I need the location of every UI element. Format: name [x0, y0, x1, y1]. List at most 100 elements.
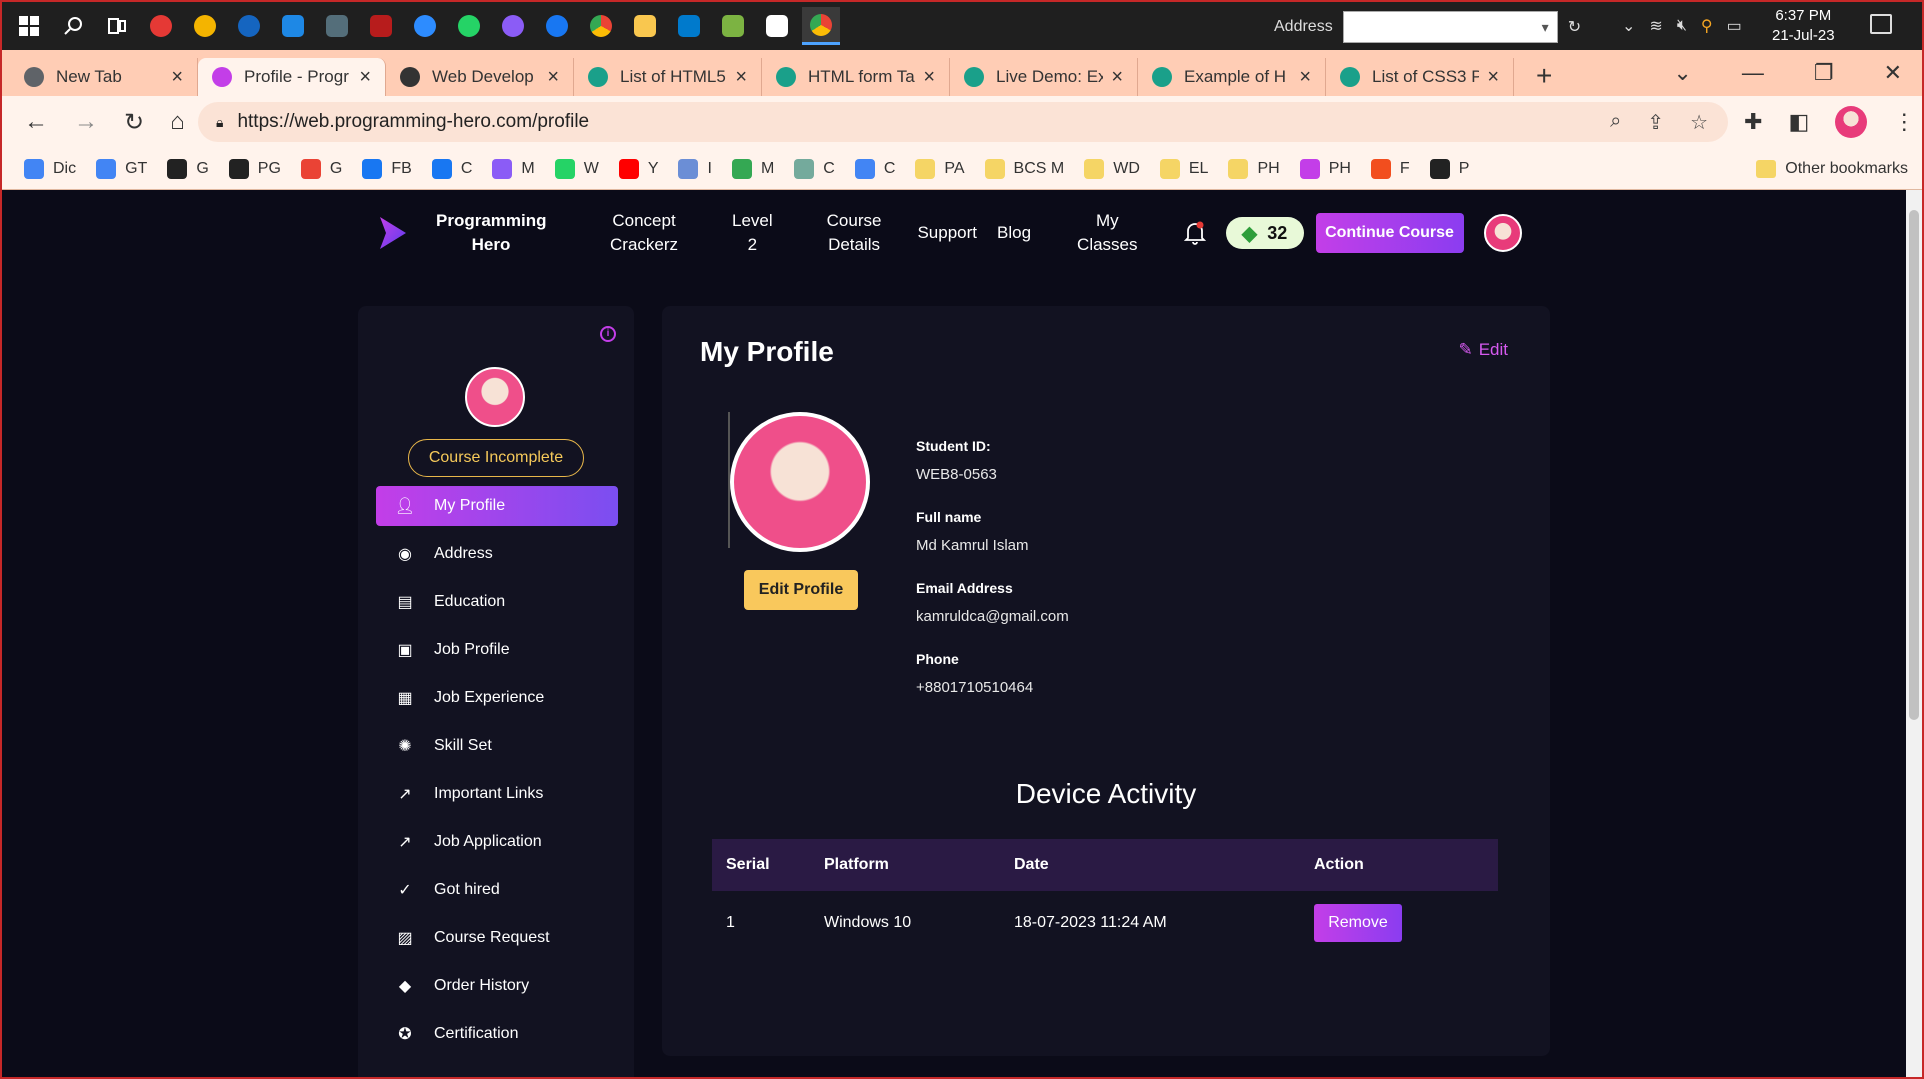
- page-scrollbar[interactable]: [1906, 190, 1922, 1077]
- browser-tab[interactable]: Profile - Progr ×: [198, 58, 386, 96]
- sidebar-item-important-links[interactable]: ↗ Important Links: [376, 774, 618, 814]
- sidebar-item-certification[interactable]: ✪ Certification: [376, 1014, 618, 1054]
- file-explorer-icon[interactable]: [626, 7, 664, 45]
- bookmark-item[interactable]: FB: [362, 158, 412, 179]
- browser-tab[interactable]: Web Develop ×: [386, 58, 574, 96]
- browser-tab[interactable]: HTML form Ta ×: [762, 58, 950, 96]
- home-icon[interactable]: ⌂: [170, 108, 185, 136]
- minimize-icon[interactable]: —: [1742, 60, 1764, 86]
- user-avatar[interactable]: [1483, 214, 1522, 252]
- remove-button[interactable]: Remove: [1314, 904, 1402, 942]
- tab-close-icon[interactable]: ×: [1111, 66, 1123, 89]
- browser-tab[interactable]: List of CSS3 P ×: [1326, 58, 1514, 96]
- bookmark-item[interactable]: C: [854, 158, 895, 179]
- extensions-icon[interactable]: ✚: [1744, 109, 1762, 135]
- bookmark-item[interactable]: BCS M: [984, 158, 1064, 179]
- bookmark-item[interactable]: P: [1429, 158, 1469, 179]
- bookmark-item[interactable]: M: [492, 158, 535, 179]
- nav-link-course-details[interactable]: Course Details: [827, 209, 882, 257]
- bookmark-item[interactable]: I: [678, 158, 712, 179]
- bookmark-item[interactable]: PA: [915, 158, 965, 179]
- other-bookmarks[interactable]: Other bookmarks: [1756, 159, 1908, 178]
- wifi-icon[interactable]: ≋: [1649, 16, 1662, 36]
- bookmark-item[interactable]: WD: [1084, 158, 1140, 179]
- side-panel-icon[interactable]: ◧: [1788, 109, 1809, 135]
- bookmark-item[interactable]: GT: [96, 158, 147, 179]
- key-icon[interactable]: ⚲: [1701, 16, 1713, 36]
- whatsapp-icon[interactable]: [450, 7, 488, 45]
- browser-tab[interactable]: Live Demo: Ex ×: [950, 58, 1138, 96]
- restore-icon[interactable]: ❐: [1814, 60, 1834, 86]
- forward-icon[interactable]: →: [74, 108, 98, 136]
- zoom-icon[interactable]: [406, 7, 444, 45]
- notifications-icon[interactable]: [1870, 14, 1892, 34]
- edit-link[interactable]: ✎ Edit: [1458, 340, 1508, 360]
- sidebar-item-got-hired[interactable]: ✓ Got hired: [376, 870, 618, 910]
- continue-course-button[interactable]: Continue Course: [1315, 213, 1464, 253]
- url-bar[interactable]: 🔒︎ https://web.programming-hero.com/prof…: [198, 102, 1728, 142]
- sidebar-item-skill-set[interactable]: ✺ Skill Set: [376, 726, 618, 766]
- app-icon[interactable]: [230, 7, 268, 45]
- sidebar-item-job-experience[interactable]: ▦ Job Experience: [376, 678, 618, 718]
- tab-close-icon[interactable]: ×: [359, 66, 371, 89]
- notepad-icon[interactable]: [714, 7, 752, 45]
- programming-hero-logo[interactable]: [374, 213, 410, 253]
- scrollbar-thumb[interactable]: [1909, 210, 1919, 720]
- bookmark-item[interactable]: F: [1370, 158, 1410, 179]
- bookmark-item[interactable]: PH: [1299, 158, 1351, 179]
- tab-close-icon[interactable]: ×: [1487, 66, 1499, 89]
- bookmark-item[interactable]: W: [554, 158, 599, 179]
- nav-link-blog[interactable]: Blog: [997, 221, 1031, 245]
- sidebar-item-order-history[interactable]: ◆ Order History: [376, 966, 618, 1006]
- sidebar-item-education[interactable]: ▤ Education: [376, 582, 618, 622]
- close-icon[interactable]: ✕: [1884, 60, 1902, 86]
- browser-tab[interactable]: Example of H ×: [1138, 58, 1326, 96]
- bookmark-item[interactable]: M: [731, 158, 774, 179]
- nav-link-my-classes[interactable]: My Classes: [1077, 209, 1137, 257]
- bookmark-item[interactable]: C: [431, 158, 472, 179]
- app-icon[interactable]: [186, 7, 224, 45]
- app-icon[interactable]: [362, 7, 400, 45]
- photos-icon[interactable]: [274, 7, 312, 45]
- chrome-icon[interactable]: [582, 7, 620, 45]
- share-icon[interactable]: ⇪: [1647, 110, 1664, 135]
- bookmark-item[interactable]: G: [167, 158, 209, 179]
- bookmark-item[interactable]: Y: [618, 158, 658, 179]
- tab-close-icon[interactable]: ×: [547, 66, 559, 89]
- chrome-active-icon[interactable]: [802, 7, 840, 45]
- facebook-icon[interactable]: [538, 7, 576, 45]
- sidebar-item-course-request[interactable]: ▨ Course Request: [376, 918, 618, 958]
- refresh-icon[interactable]: ↻: [1568, 17, 1581, 37]
- menu-kebab-icon[interactable]: ⋮: [1893, 109, 1915, 135]
- task-view-icon[interactable]: [98, 7, 136, 45]
- tab-close-icon[interactable]: ×: [923, 66, 935, 89]
- info-icon[interactable]: i: [600, 326, 616, 342]
- search-icon[interactable]: [54, 7, 92, 45]
- bookmark-item[interactable]: Dic: [24, 158, 76, 179]
- bookmark-item[interactable]: EL: [1159, 158, 1208, 179]
- tab-close-icon[interactable]: ×: [735, 66, 747, 89]
- taskbar-address-input[interactable]: ▾: [1342, 11, 1558, 43]
- reload-icon[interactable]: ↻: [124, 108, 144, 137]
- app-icon[interactable]: [142, 7, 180, 45]
- browser-tab[interactable]: List of HTML5 ×: [574, 58, 762, 96]
- sidebar-item-address[interactable]: ◉ Address: [376, 534, 618, 574]
- nav-link-support[interactable]: Support: [917, 221, 977, 245]
- back-icon[interactable]: ←: [24, 108, 48, 136]
- store-icon[interactable]: [758, 7, 796, 45]
- bookmark-item[interactable]: C: [794, 158, 835, 179]
- edit-profile-button[interactable]: Edit Profile: [744, 570, 858, 610]
- tab-close-icon[interactable]: ×: [171, 66, 183, 89]
- bookmark-item[interactable]: PG: [228, 158, 281, 179]
- camera-icon[interactable]: [318, 7, 356, 45]
- tab-search-icon[interactable]: ⌄: [1673, 60, 1691, 86]
- sidebar-item-job-application[interactable]: ↗ Job Application: [376, 822, 618, 862]
- clock[interactable]: 6:37 PM 21-Jul-23: [1772, 6, 1835, 46]
- chevron-down-icon[interactable]: ⌄: [1622, 16, 1635, 36]
- bookmark-item[interactable]: PH: [1228, 158, 1280, 179]
- zoom-magnifier-icon[interactable]: ⌕: [1610, 110, 1621, 135]
- profile-avatar[interactable]: [1835, 106, 1868, 138]
- new-tab-button[interactable]: +: [1536, 60, 1552, 92]
- tab-close-icon[interactable]: ×: [1299, 66, 1311, 89]
- windows-start-icon[interactable]: [10, 7, 48, 45]
